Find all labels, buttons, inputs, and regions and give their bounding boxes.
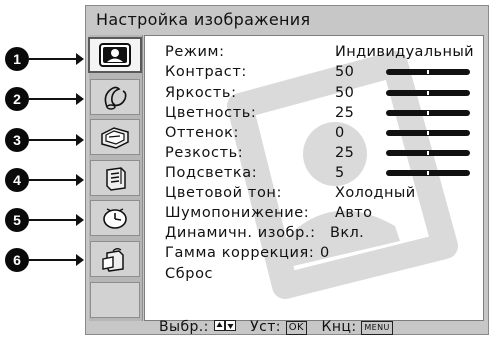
slider-brightness[interactable] [386,90,470,96]
sound-icon [104,86,127,110]
callout-arrow-2 [29,93,84,105]
setting-value-color: 25 [335,105,355,121]
slider-marker [427,91,429,95]
setting-value-sharpness: 25 [335,145,355,161]
callout-arrow-1 [29,53,84,65]
setting-label-sharpness[interactable]: Резкость: [165,144,243,162]
tab-picture[interactable] [88,37,142,73]
callout-badge-3: 3 [5,128,29,152]
setting-label-gamma[interactable]: Гамма коррекция: [165,244,314,262]
callout-arrow-5 [29,214,84,226]
setting-value-contrast: 50 [335,64,355,80]
setting-value-backlight: 5 [335,165,345,181]
screen-icon [101,127,129,149]
tab-timer[interactable] [90,200,140,236]
slider-marker [427,171,429,175]
slider-marker [427,151,429,155]
setting-label-hue[interactable]: Оттенок: [165,124,239,142]
setup-icon [106,167,126,191]
setting-value-hue: 0 [335,125,345,141]
slider-marker [427,111,429,115]
up-down-keys-icon [213,318,236,336]
slider-marker [427,70,429,74]
footer-exit-label: Кнц: [321,319,357,335]
setting-value-dynamic-picture: Вкл. [330,225,365,241]
slider-color[interactable] [386,110,470,116]
setting-label-color[interactable]: Цветность: [165,104,256,122]
callout-badge-1: 1 [5,47,29,71]
callout-badge-2: 2 [5,87,29,111]
pc-icon [102,248,124,272]
setting-value-brightness: 50 [335,85,355,101]
slider-marker [427,131,429,135]
setting-value-gamma: 0 [320,245,330,261]
callout-arrow-4 [29,174,84,186]
setting-label-noise-reduction[interactable]: Шумопонижение: [165,204,309,222]
setting-label-contrast[interactable]: Контраст: [165,63,247,81]
slider-contrast[interactable] [386,69,470,75]
setting-label-dynamic-picture[interactable]: Динамичн. изобр.: [165,224,316,242]
setting-label-mode[interactable]: Режим: [165,43,225,61]
callout-arrow-3 [29,134,84,146]
ok-key: OK [285,321,307,335]
setting-label-color-temp[interactable]: Цветовой тон: [165,184,282,202]
setting-value-mode: Индивидуальный [335,44,475,60]
setting-label-backlight[interactable]: Подсветка: [165,164,257,182]
menu-key: MENU [361,321,393,335]
tab-pc[interactable] [90,241,140,277]
tab-empty [90,282,140,318]
tab-sound[interactable] [90,79,140,115]
footer-select-label: Выбр.: [159,319,209,335]
footer-hints: Выбр.: Уст: OK Кнц: MENU [159,318,393,336]
setting-value-noise-reduction: Авто [335,205,373,221]
tab-screen[interactable] [90,119,140,155]
callout-badge-5: 5 [5,208,29,232]
callout-badge-4: 4 [5,168,29,192]
settings-content: Режим: Индивидуальный Контраст: 50 Яркос… [144,35,484,321]
tab-setup[interactable] [90,160,140,196]
callout-badge-6: 6 [5,248,29,272]
slider-hue[interactable] [386,130,470,136]
slider-sharpness[interactable] [386,150,470,156]
footer-set-label: Уст: [250,319,281,335]
timer-icon [103,208,127,229]
slider-backlight[interactable] [386,170,470,176]
setting-label-brightness[interactable]: Яркость: [165,84,237,102]
callout-arrow-6 [29,254,84,266]
setting-label-reset[interactable]: Сброс [165,265,213,283]
menu-title: Настройка изображения [96,10,311,29]
setting-value-color-temp: Холодный [335,185,416,201]
picture-icon [99,43,131,67]
